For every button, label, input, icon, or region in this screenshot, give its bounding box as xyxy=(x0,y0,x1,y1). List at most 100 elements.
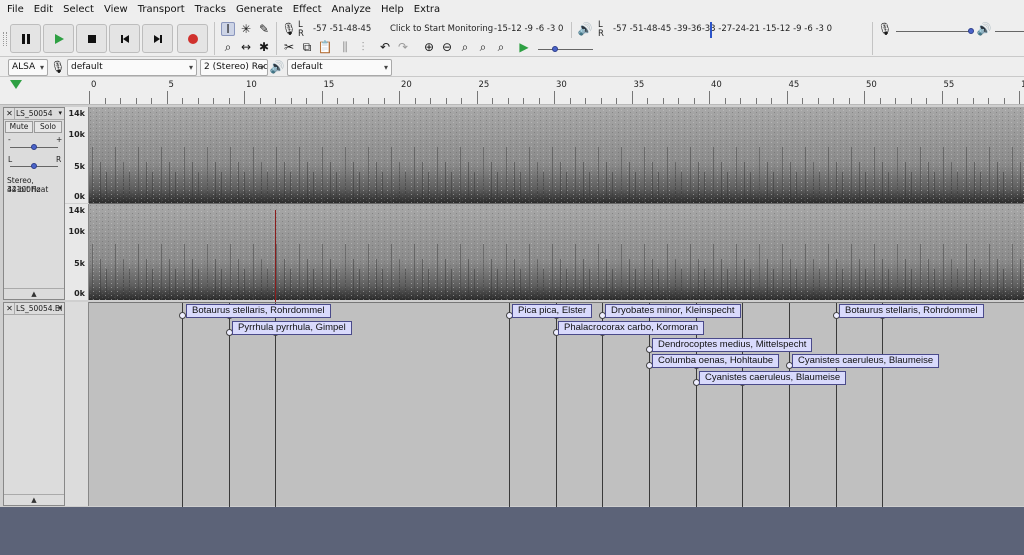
label-botaurus-1[interactable]: Botaurus stellaris, Rohrdommel xyxy=(186,304,331,318)
menu-transport[interactable]: Transport xyxy=(133,0,190,20)
ruler-minor-tick xyxy=(430,98,431,104)
recording-channels-select[interactable]: 2 (Stereo) Rec ▾ xyxy=(200,59,268,76)
skip-to-start-icon xyxy=(120,34,129,43)
copy-icon[interactable]: ⧉ xyxy=(300,40,314,54)
label-handle-icon[interactable] xyxy=(179,312,186,319)
menu-edit[interactable]: Edit xyxy=(29,0,58,20)
ruler-minor-tick xyxy=(275,98,276,104)
play-icon xyxy=(54,33,64,44)
label-boundary-line[interactable] xyxy=(882,303,883,507)
solo-button[interactable]: Solo xyxy=(34,121,62,133)
ruler-tick-label: 15 xyxy=(323,80,335,90)
menu-select[interactable]: Select xyxy=(58,0,99,20)
pan-slider-knob[interactable] xyxy=(31,163,37,169)
menu-effect[interactable]: Effect xyxy=(288,0,327,20)
label-boundary-line[interactable] xyxy=(509,303,510,507)
label-columba[interactable]: Columba oenas, Hohltaube xyxy=(652,354,780,368)
timeline-play-head-icon[interactable] xyxy=(10,80,22,89)
fit-selection-icon[interactable]: ⌕ xyxy=(458,40,472,54)
record-volume-slider-track[interactable] xyxy=(896,31,971,32)
draw-tool-icon[interactable]: ✎ xyxy=(257,22,271,36)
menu-view[interactable]: View xyxy=(99,0,133,20)
label-cyanistes-2[interactable]: Cyanistes caeruleus, Blaumeise xyxy=(699,371,847,385)
toolbar-grip[interactable] xyxy=(3,32,7,46)
zoom-in-icon[interactable]: ⊕ xyxy=(422,40,436,54)
zoom-toggle-icon[interactable]: ⌕ xyxy=(494,40,508,54)
cut-icon[interactable]: ✂ xyxy=(282,40,296,54)
audio-track-name-button[interactable]: ✕ LS_50054 ▾ xyxy=(4,108,64,120)
audio-host-select[interactable]: ALSA ▾ xyxy=(8,59,48,76)
trim-audio-icon[interactable]: ⫼ xyxy=(338,40,352,54)
undo-icon[interactable]: ↶ xyxy=(378,40,392,54)
label-pyrrhula[interactable]: Pyrrhula pyrrhula, Gimpel xyxy=(232,321,352,335)
recording-device-select[interactable]: default ▾ xyxy=(67,59,197,76)
fit-project-icon[interactable]: ⌕ xyxy=(476,40,490,54)
menu-analyze[interactable]: Analyze xyxy=(327,0,376,20)
label-dryobates[interactable]: Dryobates minor, Kleinspecht xyxy=(605,304,741,318)
mute-button[interactable]: Mute xyxy=(5,121,33,133)
menu-generate[interactable]: Generate xyxy=(231,0,288,20)
label-phalacrocorax[interactable]: Phalacrocorax carbo, Kormoran xyxy=(558,321,705,335)
multi-tool-icon[interactable]: ✱ xyxy=(257,40,271,54)
click-to-start-monitoring[interactable]: Click to Start Monitoring xyxy=(390,24,493,34)
ruler-minor-tick xyxy=(926,98,927,104)
label-boundary-line[interactable] xyxy=(789,303,790,507)
playback-volume-slider-track[interactable] xyxy=(995,31,1024,32)
channel-1-frequency-ruler[interactable]: 14k 10k 5k 0k xyxy=(65,107,89,203)
play-at-speed-icon[interactable]: ▶ xyxy=(517,40,531,54)
close-track-icon[interactable]: ✕ xyxy=(5,108,15,119)
timeline-ruler[interactable]: 05101520253035404550551:0 xyxy=(0,77,1024,105)
skip-to-start-button[interactable] xyxy=(109,24,140,53)
play-speed-slider-knob[interactable] xyxy=(552,46,558,52)
zoom-tool-icon[interactable]: ⌕ xyxy=(221,40,235,54)
label-track-name-button[interactable]: ✕ LS_50054.BI ▾ xyxy=(4,303,64,315)
envelope-tool-icon[interactable]: ✳ xyxy=(239,22,253,36)
ruler-minor-tick xyxy=(802,98,803,104)
chevron-down-icon[interactable]: ▾ xyxy=(58,108,62,119)
stop-button[interactable] xyxy=(76,24,107,53)
gain-slider-knob[interactable] xyxy=(31,144,37,150)
label-botaurus-2[interactable]: Botaurus stellaris, Rohrdommel xyxy=(839,304,984,318)
redo-icon[interactable]: ↷ xyxy=(396,40,410,54)
silence-audio-icon[interactable]: ⫶ xyxy=(356,40,370,54)
menu-extra[interactable]: Extra xyxy=(409,0,445,20)
close-track-icon[interactable]: ✕ xyxy=(5,303,15,314)
speaker-icon[interactable]: 🔊 xyxy=(578,22,593,36)
collapse-track-icon[interactable]: ▲ xyxy=(4,288,64,299)
record-volume-slider-knob[interactable] xyxy=(968,28,974,34)
pause-button[interactable] xyxy=(10,24,41,53)
play-button[interactable] xyxy=(43,24,74,53)
empty-track-area[interactable] xyxy=(0,507,1024,555)
microphone-icon[interactable]: 🎙 xyxy=(281,22,296,36)
time-shift-tool-icon[interactable]: ↔ xyxy=(239,40,253,54)
toolbars: I ✳ ✎ ⌕ ↔ ✱ 🎙 L R -57 -51-48-45 Click to… xyxy=(0,20,1024,57)
label-boundary-line[interactable] xyxy=(836,303,837,507)
collapse-track-icon[interactable]: ▲ xyxy=(4,494,64,505)
label-boundary-line[interactable] xyxy=(182,303,183,507)
freq-label-5k: 5k xyxy=(74,259,85,268)
track-area: ✕ LS_50054 ▾ Mute Solo - + L R Stereo, 4… xyxy=(0,105,1024,507)
label-cyanistes-1[interactable]: Cyanistes caeruleus, Blaumeise xyxy=(792,354,940,368)
chevron-down-icon[interactable]: ▾ xyxy=(58,303,62,314)
recording-device-value: default xyxy=(71,62,103,72)
channel-2-frequency-ruler[interactable]: 14k 10k 5k 0k xyxy=(65,204,89,300)
spectrogram-view[interactable] xyxy=(89,107,1024,300)
play-speed-slider-track[interactable] xyxy=(538,49,593,50)
record-button[interactable] xyxy=(177,24,208,53)
menu-help[interactable]: Help xyxy=(376,0,409,20)
label-boundary-line[interactable] xyxy=(742,303,743,507)
recording-device-microphone-icon: 🎙 xyxy=(50,60,66,74)
ruler-minor-tick xyxy=(259,98,261,104)
label-track[interactable]: Botaurus stellaris, Rohrdommel Pyrrhula … xyxy=(89,302,1024,507)
skip-to-end-button[interactable] xyxy=(142,24,173,53)
label-dendrocoptes[interactable]: Dendrocoptes medius, Mittelspecht xyxy=(652,338,813,352)
ruler-minor-tick xyxy=(352,98,354,104)
menu-tracks[interactable]: Tracks xyxy=(190,0,231,20)
zoom-out-icon[interactable]: ⊖ xyxy=(440,40,454,54)
playback-device-select[interactable]: default ▾ xyxy=(287,59,392,76)
selection-tool-icon[interactable]: I xyxy=(221,22,235,36)
paste-icon[interactable]: 📋 xyxy=(318,40,333,54)
menu-file[interactable]: File xyxy=(2,0,29,20)
label-pica[interactable]: Pica pica, Elster xyxy=(512,304,593,318)
play-meter-scale: -57 -51-48-45 -39-36-33 -27-24-21 -15-12… xyxy=(613,24,833,34)
